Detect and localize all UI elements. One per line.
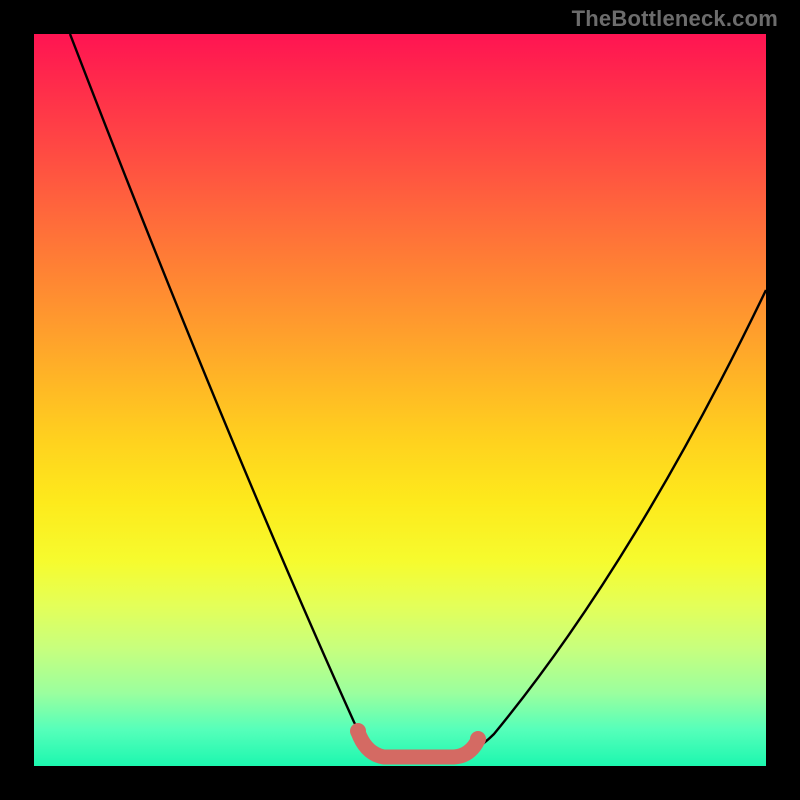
- chart-frame: TheBottleneck.com: [0, 0, 800, 800]
- highlight-plateau: [358, 732, 478, 757]
- curve-right-branch: [454, 290, 766, 756]
- plot-area: [34, 34, 766, 766]
- highlight-end-right: [470, 731, 486, 747]
- watermark-text: TheBottleneck.com: [572, 6, 778, 32]
- curve-left-branch: [70, 34, 384, 756]
- highlight-end-left: [350, 723, 366, 739]
- bottleneck-curve: [34, 34, 766, 766]
